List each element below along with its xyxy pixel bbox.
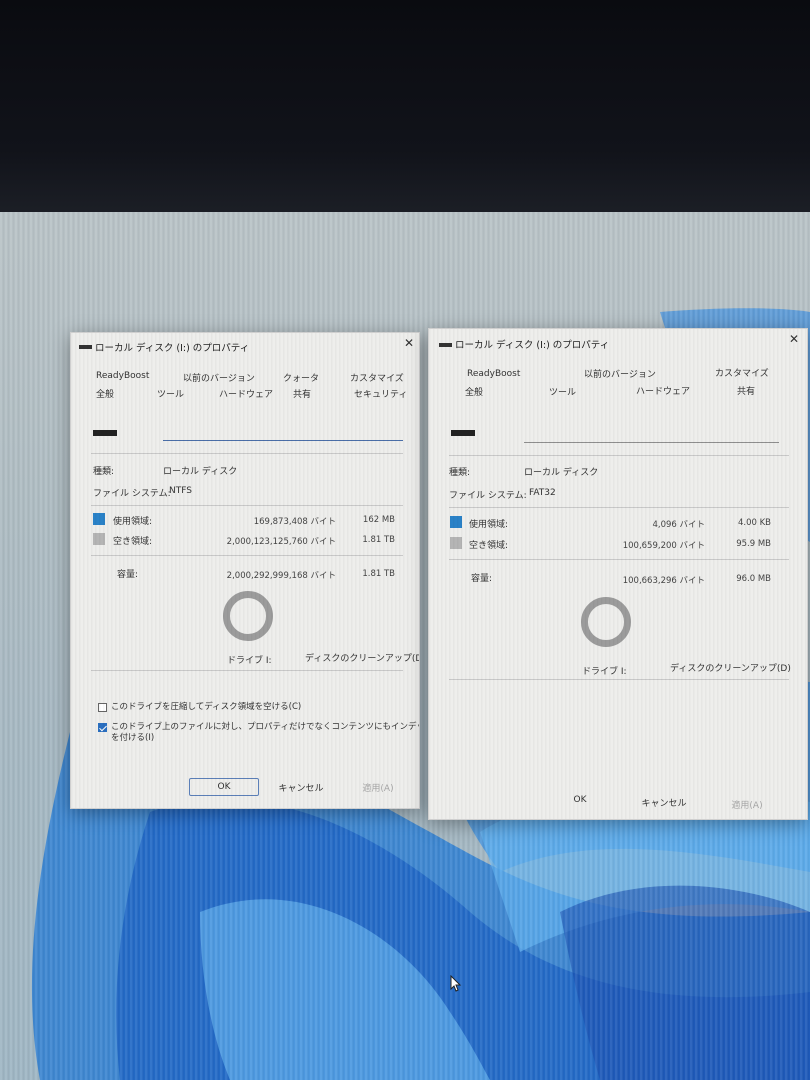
filesystem-value: NTFS [169, 486, 192, 496]
apply-button[interactable]: 適用(A) [346, 780, 410, 798]
free-space-swatch [93, 533, 105, 545]
monitor-bezel [0, 0, 810, 215]
separator [449, 559, 789, 560]
tab-customize[interactable]: カスタマイズ [715, 366, 769, 379]
tab-customize[interactable]: カスタマイズ [350, 371, 404, 384]
compress-label: このドライブを圧縮してディスク領域を空ける(C) [111, 702, 302, 712]
drive-icon-large [451, 430, 475, 436]
capacity-size: 1.81 TB [362, 569, 395, 579]
capacity-bytes: 2,000,292,999,168 バイト [226, 571, 336, 581]
free-space-size: 95.9 MB [736, 539, 771, 549]
compress-checkbox[interactable] [98, 703, 107, 712]
tab-general[interactable]: 全般 [96, 387, 114, 400]
tab-tools[interactable]: ツール [549, 385, 576, 398]
type-value: ローカル ディスク [163, 467, 238, 477]
type-label: 種類: [93, 467, 115, 477]
apply-button[interactable]: 適用(A) [719, 797, 775, 815]
drive-label: ドライブ I: [227, 656, 272, 666]
drive-icon-large [93, 430, 117, 436]
capacity-label: 容量: [471, 574, 493, 584]
free-space-size: 1.81 TB [362, 535, 395, 545]
used-space-size: 4.00 KB [737, 518, 771, 528]
tab-readyboost[interactable]: ReadyBoost [467, 369, 520, 379]
free-space-bytes: 100,659,200 バイト [622, 541, 705, 551]
type-label: 種類: [449, 468, 471, 478]
properties-dialog-fat32: ローカル ディスク (I:) のプロパティ ✕ ReadyBoost 以前のバー… [428, 328, 808, 820]
separator [91, 670, 403, 671]
tab-readyboost[interactable]: ReadyBoost [96, 371, 149, 381]
used-space-label: 使用領域: [113, 517, 153, 527]
volume-name-input[interactable] [163, 425, 403, 441]
capacity-size: 96.0 MB [736, 574, 771, 584]
free-space-label: 空き領域: [113, 537, 153, 547]
separator [91, 505, 403, 506]
filesystem-value: FAT32 [529, 488, 556, 498]
free-space-bytes: 2,000,123,125,760 バイト [226, 537, 336, 547]
tab-sharing[interactable]: 共有 [737, 384, 755, 397]
tab-sharing[interactable]: 共有 [293, 387, 311, 400]
capacity-label: 容量: [117, 570, 139, 580]
tab-general[interactable]: 全般 [465, 385, 483, 398]
tab-hardware[interactable]: ハードウェア [636, 384, 690, 397]
cancel-button[interactable]: キャンセル [629, 795, 699, 813]
used-space-bytes: 169,873,408 バイト [253, 517, 336, 527]
tab-previous-versions[interactable]: 以前のバージョン [183, 371, 255, 384]
used-space-bytes: 4,096 バイト [652, 520, 705, 530]
free-space-swatch [450, 537, 462, 549]
properties-dialog-ntfs: ローカル ディスク (I:) のプロパティ ✕ ReadyBoost 以前のバー… [70, 332, 420, 809]
ok-button[interactable]: OK [189, 778, 259, 796]
tab-previous-versions[interactable]: 以前のバージョン [584, 367, 656, 380]
cancel-button[interactable]: キャンセル [266, 780, 336, 798]
usage-donut [223, 591, 273, 641]
drive-label: ドライブ I: [582, 667, 627, 677]
used-space-swatch [93, 513, 105, 525]
separator [449, 507, 789, 508]
tab-quota[interactable]: クォータ [283, 371, 319, 384]
capacity-bytes: 100,663,296 バイト [622, 576, 705, 586]
index-label-line2: を付ける(I) [111, 733, 155, 743]
separator [91, 453, 403, 454]
usage-donut [581, 597, 631, 647]
separator [449, 679, 789, 680]
tab-security[interactable]: セキュリティ [354, 387, 407, 400]
close-button[interactable]: ✕ [789, 332, 799, 346]
used-space-label: 使用領域: [469, 520, 509, 530]
used-space-swatch [450, 516, 462, 528]
dialog-title: ローカル ディスク (I:) のプロパティ [95, 343, 250, 354]
separator [91, 555, 403, 556]
filesystem-label: ファイル システム: [93, 489, 171, 499]
used-space-size: 162 MB [362, 515, 395, 525]
disk-cleanup-button[interactable]: ディスクのクリーンアップ(D) [305, 651, 419, 664]
disk-cleanup-button[interactable]: ディスクのクリーンアップ(D) [670, 661, 791, 674]
tab-hardware[interactable]: ハードウェア [219, 387, 273, 400]
drive-icon [79, 345, 92, 349]
ok-button[interactable]: OK [557, 791, 603, 809]
filesystem-label: ファイル システム: [449, 491, 527, 501]
volume-name-input[interactable] [524, 427, 779, 443]
index-checkbox[interactable] [98, 723, 107, 732]
separator [449, 455, 789, 456]
drive-icon [439, 343, 452, 347]
index-label-line1: このドライブ上のファイルに対し、プロパティだけでなくコンテンツにもインデックス [111, 722, 420, 732]
mouse-cursor-icon [450, 975, 462, 992]
free-space-label: 空き領域: [469, 541, 509, 551]
close-button[interactable]: ✕ [404, 336, 414, 350]
dialog-title: ローカル ディスク (I:) のプロパティ [455, 340, 610, 351]
type-value: ローカル ディスク [524, 468, 599, 478]
tab-tools[interactable]: ツール [157, 387, 184, 400]
